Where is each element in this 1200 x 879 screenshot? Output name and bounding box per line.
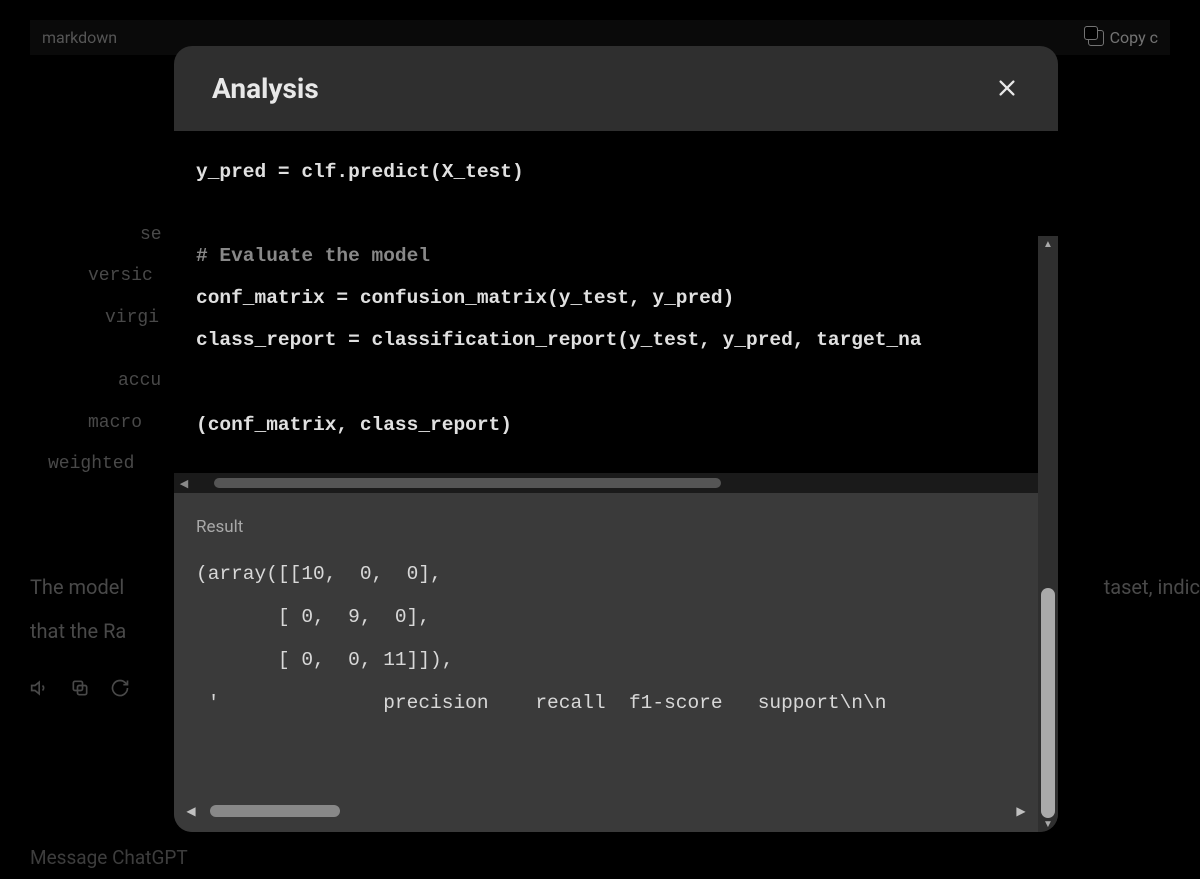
code-content[interactable]: y_pred = clf.predict(X_test) # Evaluate … (174, 131, 1058, 466)
scrollbar-thumb[interactable] (214, 478, 721, 488)
code-panel: y_pred = clf.predict(X_test) # Evaluate … (174, 131, 1058, 493)
code-horizontal-scrollbar[interactable]: ◀ ▶ (174, 473, 1058, 493)
analysis-modal: Analysis y_pred = clf.predict(X_test) # … (174, 46, 1058, 832)
scroll-down-arrow[interactable]: ▼ (1038, 816, 1058, 832)
modal-header: Analysis (174, 46, 1058, 131)
scrollbar-thumb[interactable] (1041, 588, 1055, 818)
modal-title: Analysis (212, 72, 319, 105)
result-label: Result (196, 517, 1016, 537)
scroll-left-arrow[interactable]: ◀ (184, 804, 198, 818)
scroll-right-arrow[interactable]: ▶ (1014, 804, 1028, 818)
result-content[interactable]: (array([[10, 0, 0], [ 0, 9, 0], [ 0, 0, … (196, 553, 1016, 725)
scrollbar-thumb[interactable] (210, 805, 340, 817)
scroll-left-arrow[interactable]: ◀ (174, 473, 194, 493)
close-button[interactable] (996, 77, 1020, 101)
modal-vertical-scrollbar[interactable]: ▲ ▼ (1038, 236, 1058, 832)
result-horizontal-scrollbar[interactable]: ◀ ▶ (184, 802, 1028, 820)
result-panel: Result (array([[10, 0, 0], [ 0, 9, 0], [… (174, 493, 1038, 832)
scroll-up-arrow[interactable]: ▲ (1038, 236, 1058, 252)
